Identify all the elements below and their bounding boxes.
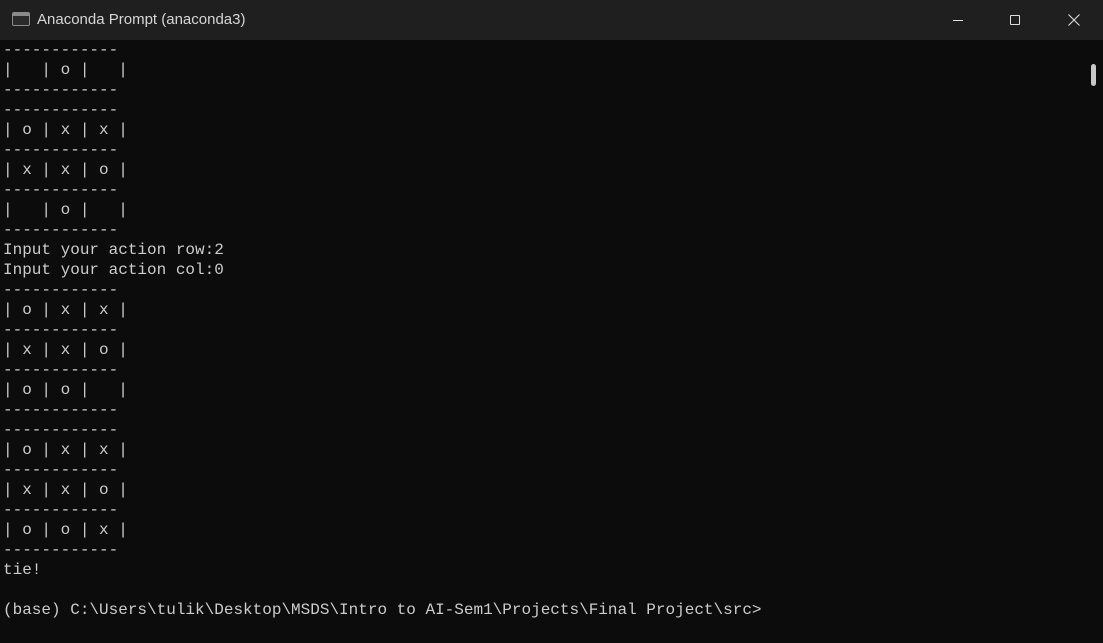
console-line: ------------ bbox=[3, 101, 119, 119]
console-line: ------------ bbox=[3, 181, 119, 199]
title-bar[interactable]: Anaconda Prompt (anaconda3) bbox=[0, 0, 1103, 40]
minimize-button[interactable] bbox=[929, 0, 987, 40]
console-line: ------------ bbox=[3, 541, 119, 559]
console-line: | o | o | | bbox=[3, 381, 128, 399]
console-line: ------------ bbox=[3, 421, 119, 439]
vertical-scrollbar[interactable] bbox=[1084, 40, 1103, 643]
console-line: ------------ bbox=[3, 41, 119, 59]
window-title: Anaconda Prompt (anaconda3) bbox=[37, 11, 246, 28]
console-line: tie! bbox=[3, 561, 42, 579]
terminal-window: Anaconda Prompt (anaconda3) ------------… bbox=[0, 0, 1103, 643]
console-line: | o | x | x | bbox=[3, 441, 128, 459]
console-output[interactable]: ------------ | | o | | ------------ -------… bbox=[0, 40, 1084, 643]
console-line: | x | x | o | bbox=[3, 161, 128, 179]
maximize-button[interactable] bbox=[987, 0, 1045, 40]
console-line: ------------ bbox=[3, 501, 119, 519]
console-line: ------------ bbox=[3, 221, 119, 239]
console-lines: ------------ | | o | | ------------ -------… bbox=[3, 40, 762, 620]
console-line: (base) C:\Users\tulik\Desktop\MSDS\Intro… bbox=[3, 601, 762, 619]
console-line: | o | x | x | bbox=[3, 301, 128, 319]
maximize-icon bbox=[1010, 15, 1020, 25]
close-button[interactable] bbox=[1045, 0, 1103, 40]
scrollbar-thumb[interactable] bbox=[1091, 64, 1096, 86]
console-line: ------------ bbox=[3, 461, 119, 479]
console-line: | | o | | bbox=[3, 61, 128, 79]
console-line: ------------ bbox=[3, 321, 119, 339]
console-line: | | o | | bbox=[3, 201, 128, 219]
close-icon bbox=[1068, 14, 1080, 26]
terminal-icon bbox=[12, 12, 30, 26]
console-line: ------------ bbox=[3, 361, 119, 379]
console-line: | x | x | o | bbox=[3, 481, 128, 499]
console-line: | o | x | x | bbox=[3, 121, 128, 139]
console-line: ------------ bbox=[3, 401, 119, 419]
console-line: Input your action col:0 bbox=[3, 261, 224, 279]
console-line: ------------ bbox=[3, 141, 119, 159]
console-line: | x | x | o | bbox=[3, 341, 128, 359]
console-line: Input your action row:2 bbox=[3, 241, 224, 259]
console-line: ------------ bbox=[3, 81, 119, 99]
console-line: | o | o | x | bbox=[3, 521, 128, 539]
minimize-icon bbox=[953, 20, 963, 21]
console-line: ------------ bbox=[3, 281, 119, 299]
